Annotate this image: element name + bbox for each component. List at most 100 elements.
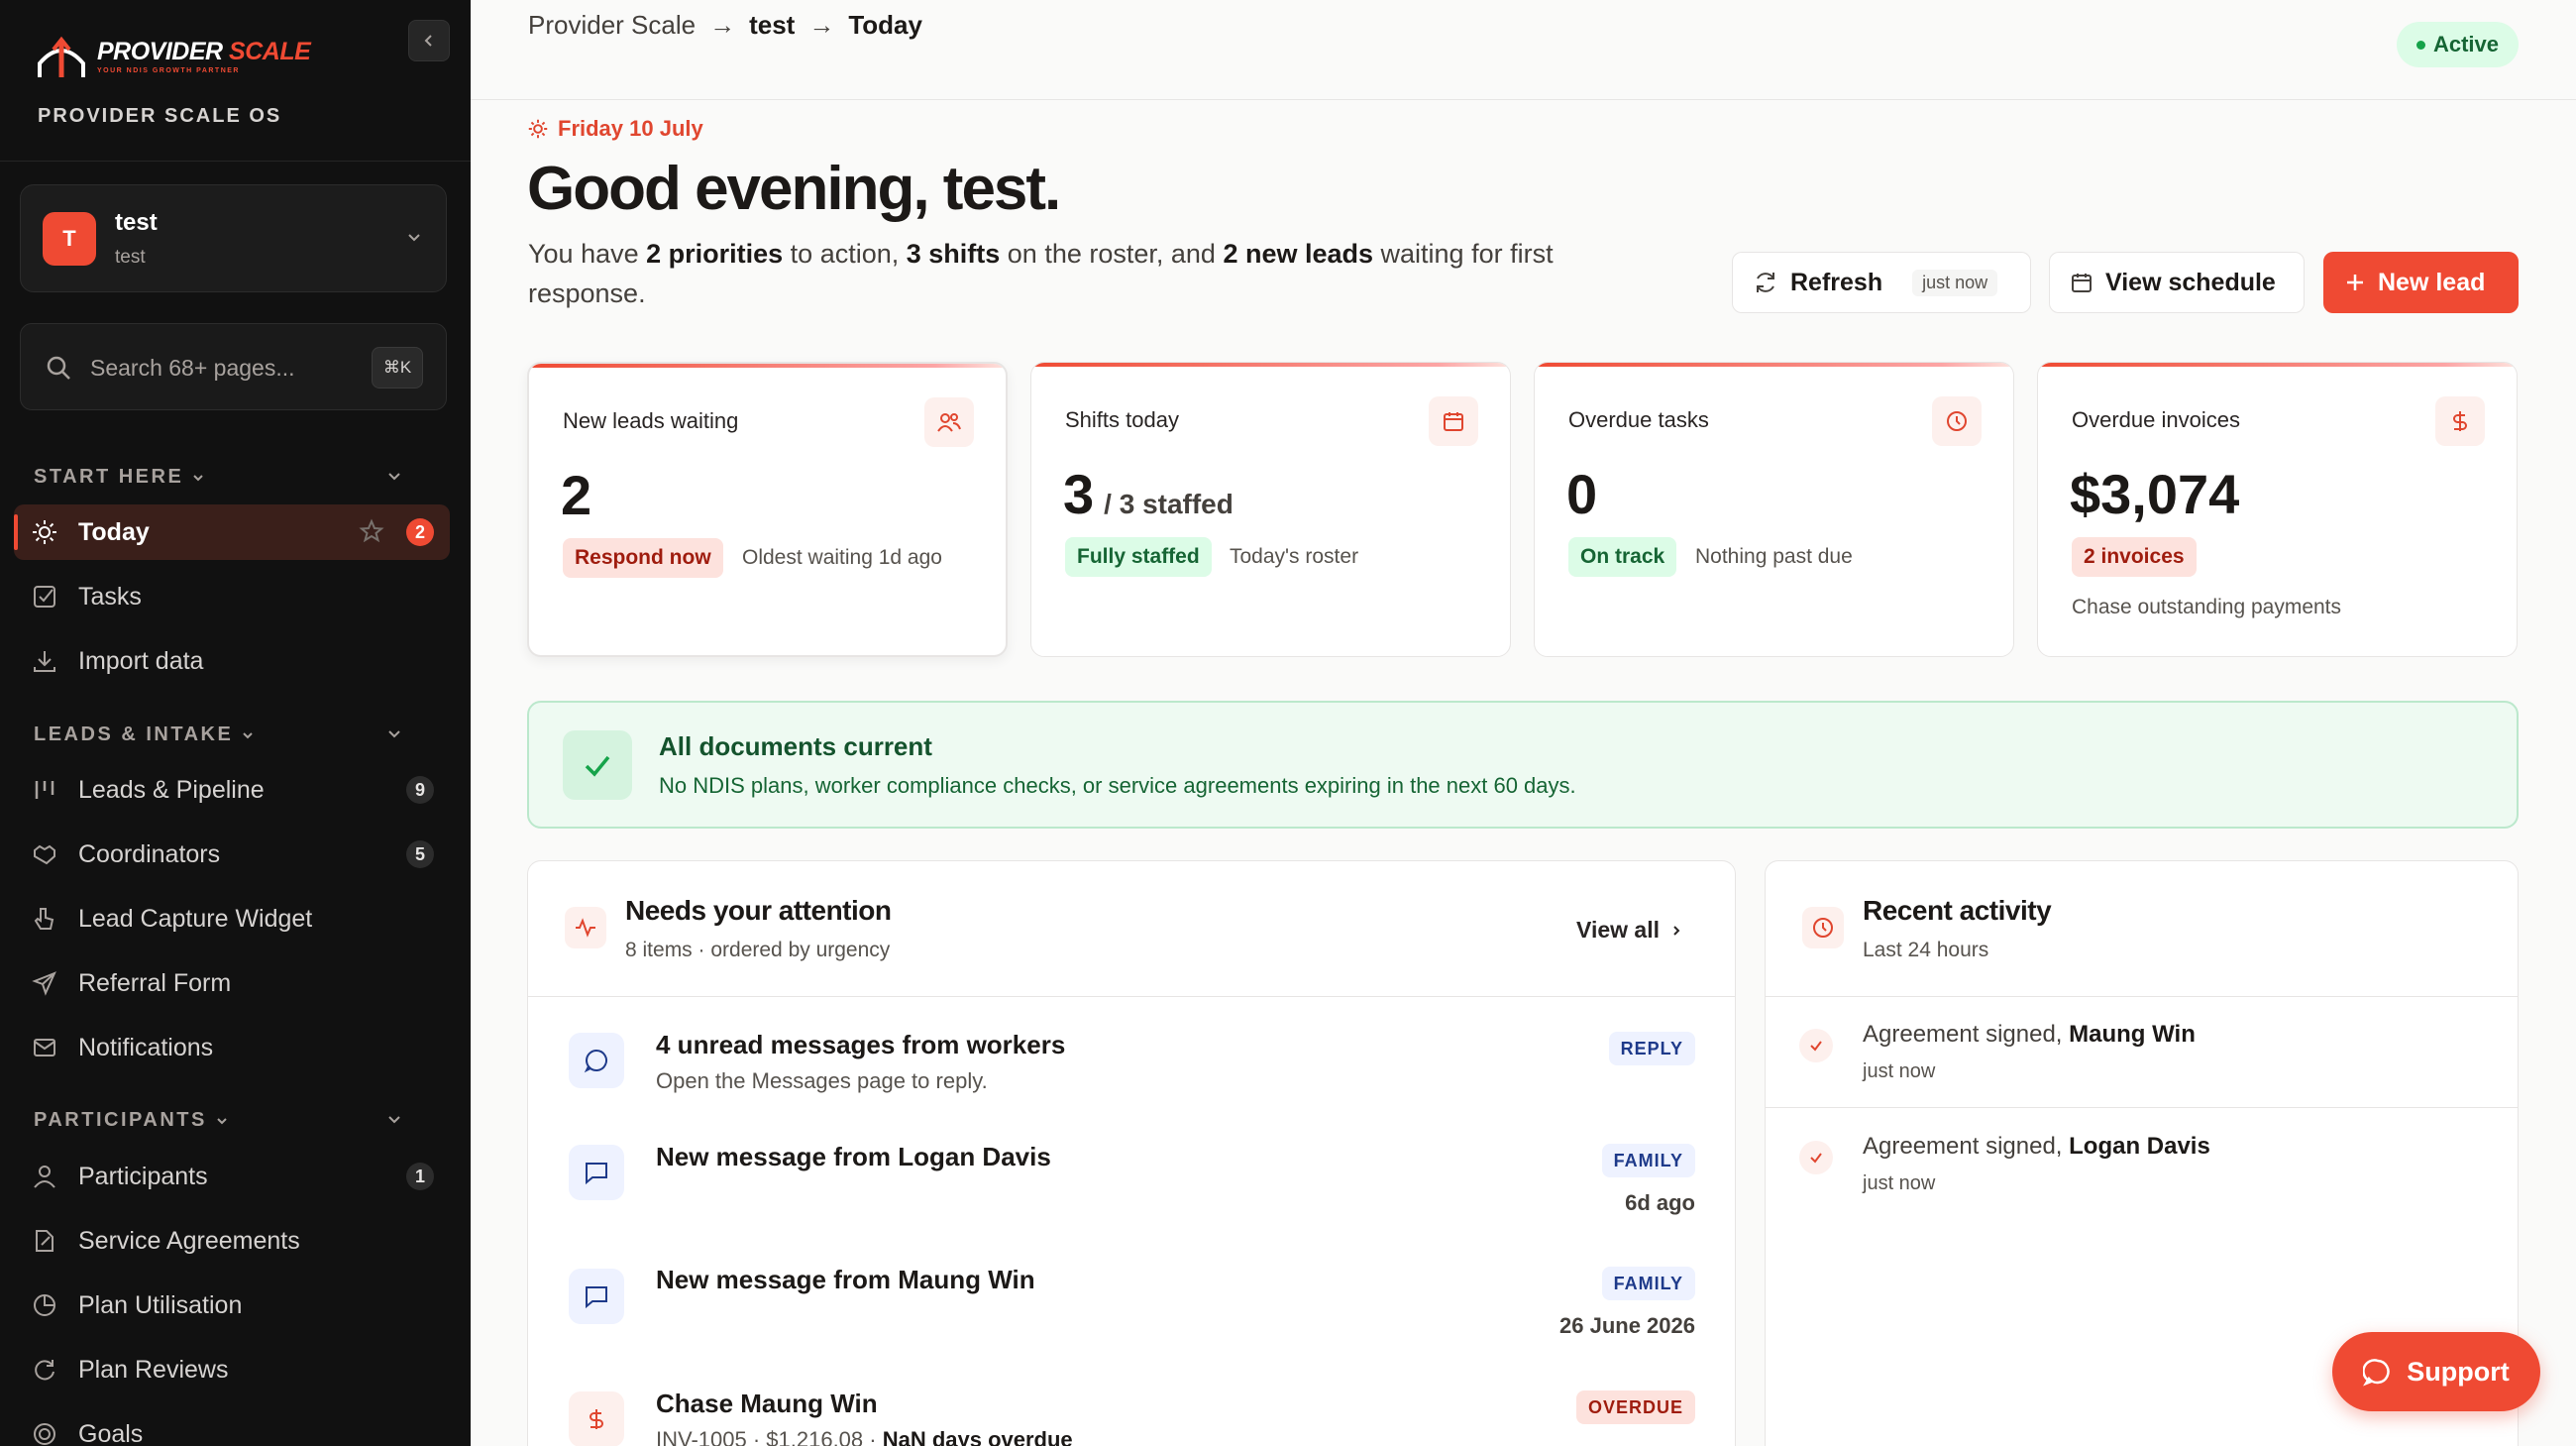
activity-time: just now bbox=[1863, 1172, 1936, 1194]
os-label: PROVIDER SCALE OS bbox=[38, 105, 282, 127]
kpi-title: New leads waiting bbox=[563, 408, 739, 433]
calendar-icon bbox=[1429, 396, 1478, 446]
activity-item[interactable]: Agreement signed, Logan Davis just now bbox=[1766, 1109, 2518, 1220]
check-icon bbox=[563, 730, 632, 800]
users-icon bbox=[924, 397, 974, 447]
panel-title: Recent activity bbox=[1863, 895, 2052, 926]
calendar-icon bbox=[2072, 274, 2092, 292]
kpi-chip: 2 invoices bbox=[2072, 537, 2197, 577]
sidebar-item-referral-form[interactable]: Referral Form bbox=[14, 955, 450, 1011]
sidebar-item-import-data[interactable]: Import data bbox=[14, 633, 450, 689]
kpi-value: $3,074 bbox=[2070, 463, 2240, 525]
collapse-sidebar-button[interactable] bbox=[408, 20, 450, 61]
section-leads-intake[interactable]: LEADS & INTAKE bbox=[34, 723, 255, 746]
collapse-section-icon[interactable] bbox=[384, 466, 404, 486]
section-start-here[interactable]: START HERE bbox=[34, 466, 205, 489]
leads-count-badge: 9 bbox=[406, 776, 434, 804]
chevron-down-icon bbox=[217, 1117, 227, 1124]
docs-title: All documents current bbox=[659, 731, 932, 761]
chevron-down-icon bbox=[408, 234, 420, 242]
sidebar-item-lead-capture-widget[interactable]: Lead Capture Widget bbox=[14, 891, 450, 946]
refresh-button[interactable]: Refresh just now bbox=[1732, 252, 2031, 313]
target-icon bbox=[34, 1423, 55, 1445]
collapse-section-icon[interactable] bbox=[384, 723, 404, 743]
breadcrumb-org[interactable]: test bbox=[749, 10, 795, 41]
sidebar-item-service-agreements[interactable]: Service Agreements bbox=[14, 1213, 450, 1269]
section-participants[interactable]: PARTICIPANTS bbox=[34, 1109, 229, 1132]
check-icon bbox=[1799, 1029, 1833, 1062]
brand-name: PROVIDER SCALE bbox=[97, 37, 311, 65]
edit-document-icon bbox=[36, 1230, 54, 1252]
sidebar-item-plan-utilisation[interactable]: Plan Utilisation bbox=[14, 1278, 450, 1333]
sidebar-item-tasks[interactable]: Tasks bbox=[14, 569, 450, 624]
kpi-note: Chase outstanding payments bbox=[2072, 596, 2342, 618]
arrow-right-icon: → bbox=[808, 10, 835, 40]
kpi-note: Nothing past due bbox=[1695, 545, 1853, 568]
activity-item[interactable]: Agreement signed, Maung Win just now bbox=[1766, 997, 2518, 1108]
kpi-card-shifts-today[interactable]: Shifts today 3/ 3 staffed Fully staffed … bbox=[1030, 362, 1511, 657]
refresh-icon bbox=[1757, 273, 1774, 292]
check-icon bbox=[1799, 1141, 1833, 1174]
chevron-down-icon bbox=[193, 474, 204, 481]
pipeline-icon bbox=[35, 781, 54, 799]
search-box[interactable]: ⌘K bbox=[20, 323, 447, 410]
kpi-card-new-leads[interactable]: New leads waiting 2 Respond now Oldest w… bbox=[527, 362, 1008, 657]
brand-tagline: YOUR NDIS GROWTH PARTNER bbox=[97, 66, 240, 74]
collapse-section-icon[interactable] bbox=[384, 1109, 404, 1129]
arrow-right-icon: → bbox=[709, 10, 736, 40]
sidebar-item-notifications[interactable]: Notifications bbox=[14, 1020, 450, 1075]
provider-scale-logo-icon bbox=[38, 36, 85, 77]
attention-item-tag: OVERDUE bbox=[1575, 1390, 1695, 1424]
attention-item-tag: REPLY bbox=[1608, 1032, 1695, 1065]
breadcrumb-root[interactable]: Provider Scale bbox=[528, 10, 696, 41]
search-input[interactable] bbox=[90, 350, 338, 386]
dollar-icon bbox=[569, 1391, 624, 1446]
search-icon bbox=[47, 356, 70, 380]
sidebar-item-goals[interactable]: Goals bbox=[14, 1406, 450, 1446]
participants-count-badge: 1 bbox=[406, 1163, 434, 1190]
attention-item-title: New message from Logan Davis bbox=[656, 1142, 1051, 1171]
org-subtitle: test bbox=[115, 247, 146, 268]
chevron-right-icon bbox=[1673, 925, 1680, 936]
sidebar-item-coordinators[interactable]: Coordinators 5 bbox=[14, 827, 450, 882]
kpi-card-overdue-tasks[interactable]: Overdue tasks 0 On track Nothing past du… bbox=[1534, 362, 2014, 657]
sun-icon bbox=[528, 119, 548, 139]
sidebar-item-participants[interactable]: Participants 1 bbox=[14, 1149, 450, 1204]
kpi-note: Today's roster bbox=[1230, 545, 1359, 568]
attention-item-title: New message from Maung Win bbox=[656, 1265, 1035, 1294]
today-count-badge: 2 bbox=[406, 518, 434, 546]
chat-icon bbox=[2363, 1359, 2390, 1387]
star-icon[interactable] bbox=[359, 518, 384, 544]
brand-logo[interactable]: PROVIDER SCALE YOUR NDIS GROWTH PARTNER bbox=[36, 34, 311, 79]
clock-icon bbox=[1932, 396, 1982, 446]
attention-item-tag: FAMILY bbox=[1601, 1144, 1695, 1177]
attention-item-title: 4 unread messages from workers bbox=[656, 1030, 1066, 1059]
sidebar-item-plan-reviews[interactable]: Plan Reviews bbox=[14, 1342, 450, 1397]
sidebar-item-today[interactable]: Today 2 bbox=[14, 504, 450, 560]
attention-panel: Needs your attention 8 items · ordered b… bbox=[527, 860, 1736, 1446]
view-schedule-button[interactable]: View schedule bbox=[2049, 252, 2305, 313]
kpi-chip: Respond now bbox=[563, 538, 723, 578]
attention-item-time: 26 June 2026 bbox=[1559, 1313, 1695, 1338]
sidebar-item-leads-pipeline[interactable]: Leads & Pipeline 9 bbox=[14, 762, 450, 818]
chevron-left-icon bbox=[424, 35, 432, 47]
plus-icon bbox=[2347, 275, 2363, 290]
view-all-link[interactable]: View all bbox=[1576, 917, 1683, 944]
activity-icon bbox=[565, 907, 606, 948]
attention-item-desc: Open the Messages page to reply. bbox=[656, 1068, 988, 1093]
org-switcher[interactable]: T test test bbox=[20, 184, 447, 292]
user-icon bbox=[34, 1166, 55, 1188]
breadcrumb-current: Today bbox=[848, 10, 922, 40]
kpi-card-overdue-invoices[interactable]: Overdue invoices $3,074 2 invoices Chase… bbox=[2037, 362, 2518, 657]
attention-item-tag: FAMILY bbox=[1601, 1267, 1695, 1300]
panel-subtitle: 8 items · ordered by urgency bbox=[625, 939, 891, 961]
divider bbox=[528, 996, 1735, 997]
status-badge: Active bbox=[2396, 22, 2519, 67]
kpi-note: Oldest waiting 1d ago bbox=[742, 546, 942, 569]
refresh-timestamp: just now bbox=[1912, 269, 1998, 296]
search-shortcut-badge: ⌘K bbox=[372, 347, 423, 389]
new-lead-button[interactable]: New lead bbox=[2323, 252, 2519, 313]
kpi-chip: On track bbox=[1568, 537, 1677, 577]
support-button[interactable]: Support bbox=[2332, 1332, 2540, 1411]
kpi-value: 0 bbox=[1566, 463, 1598, 525]
